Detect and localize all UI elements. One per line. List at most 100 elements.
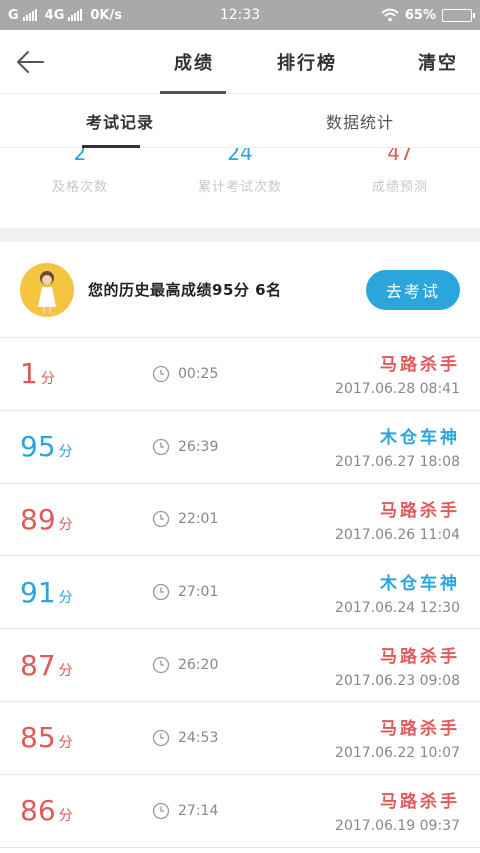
record-duration-value: 26:20 <box>178 657 219 674</box>
back-button[interactable] <box>0 30 60 94</box>
subtab-data-stats[interactable]: 数据统计 <box>240 94 480 147</box>
record-score-unit: 分 <box>58 444 73 461</box>
carrier-label: G <box>8 7 19 23</box>
record-row[interactable]: 89 分 22:01 马路杀手 2017.06.26 11:04 <box>0 484 480 557</box>
tab-score[interactable]: 成绩 <box>160 30 258 94</box>
stat-total-exams: 24 累计考试次数 <box>160 148 320 228</box>
record-date: 2017.06.22 10:07 <box>335 745 460 762</box>
clock-icon <box>152 729 170 747</box>
best-score-banner: 您的历史最高成绩95分 6名 去考试 <box>0 242 480 338</box>
record-date: 2017.06.23 09:08 <box>335 672 460 689</box>
record-row[interactable]: 1 分 00:25 马路杀手 2017.06.28 08:41 <box>0 338 480 411</box>
record-score: 95 分 <box>0 430 150 463</box>
record-row[interactable]: 95 分 26:39 木仓车神 2017.06.27 18:08 <box>0 411 480 484</box>
record-info: 马路杀手 2017.06.23 09:08 <box>335 642 460 689</box>
stat-score-prediction: 47 成绩预测 <box>320 148 480 228</box>
nav-bar: 成绩 排行榜 清空 <box>0 30 480 94</box>
record-duration: 24:53 <box>152 729 218 747</box>
record-score-value: 86 <box>20 794 56 828</box>
record-duration: 26:39 <box>152 438 218 456</box>
stat-pass-count-label: 及格次数 <box>51 180 108 195</box>
clock-icon <box>152 365 170 383</box>
record-info: 马路杀手 2017.06.22 10:07 <box>335 714 460 761</box>
record-score: 89 分 <box>0 503 150 536</box>
record-list: 1 分 00:25 马路杀手 2017.06.28 08:41 95 分 26:… <box>0 338 480 848</box>
status-right: 65% <box>381 7 475 23</box>
clear-button[interactable]: 清空 <box>418 49 458 75</box>
record-score-unit: 分 <box>58 808 73 825</box>
record-score-value: 1 <box>20 357 38 391</box>
clock-icon <box>152 584 170 601</box>
record-duration-value: 26:39 <box>178 438 219 455</box>
record-score-value: 89 <box>20 502 56 536</box>
stat-total-exams-label: 累计考试次数 <box>197 180 282 195</box>
record-score-unit: 分 <box>58 589 73 606</box>
record-title: 马路杀手 <box>380 355 460 376</box>
record-title: 马路杀手 <box>380 792 460 813</box>
record-date: 2017.06.19 09:37 <box>335 818 460 835</box>
record-duration: 26:20 <box>152 656 218 674</box>
record-score-unit: 分 <box>58 516 73 533</box>
record-score-unit: 分 <box>40 371 55 388</box>
clock-icon <box>152 656 170 674</box>
record-duration-value: 22:01 <box>178 511 219 528</box>
record-info: 马路杀手 2017.06.28 08:41 <box>335 350 460 397</box>
record-duration-value: 27:14 <box>178 802 219 819</box>
record-duration-value: 27:01 <box>178 584 219 601</box>
stat-score-prediction-value: 47 <box>387 148 413 165</box>
record-info: 木仓车神 2017.06.24 12:30 <box>335 569 460 616</box>
stat-pass-count: 2 及格次数 <box>0 148 160 228</box>
record-duration: 27:01 <box>152 583 218 601</box>
record-date: 2017.06.28 08:41 <box>335 381 460 398</box>
record-duration: 27:14 <box>152 802 218 820</box>
status-left: G 4G 0K/s <box>8 8 122 23</box>
record-score: 91 分 <box>0 576 150 609</box>
record-score-unit: 分 <box>58 735 73 752</box>
section-divider <box>0 228 480 242</box>
record-duration-value: 00:25 <box>178 365 219 382</box>
avatar <box>20 262 74 317</box>
record-score-value: 85 <box>20 721 56 755</box>
record-score-value: 91 <box>20 575 56 609</box>
score-page: G 4G 0K/s 12:33 65% 成绩 排行榜 清空 考试记录 数据统计 … <box>0 0 480 853</box>
stat-total-exams-value: 24 <box>227 148 253 165</box>
record-score: 1 分 <box>0 357 150 390</box>
record-duration: 22:01 <box>152 510 218 528</box>
record-duration-value: 24:53 <box>178 729 219 746</box>
stat-pass-count-value: 2 <box>73 148 87 165</box>
record-row[interactable]: 87 分 26:20 马路杀手 2017.06.23 09:08 <box>0 629 480 702</box>
record-info: 木仓车神 2017.06.27 18:08 <box>335 423 460 470</box>
battery-icon <box>442 8 475 22</box>
status-bar: G 4G 0K/s 12:33 65% <box>0 0 480 30</box>
stat-score-prediction-label: 成绩预测 <box>371 180 428 195</box>
record-score: 86 分 <box>0 794 150 827</box>
stats-row: 2 及格次数 24 累计考试次数 47 成绩预测 <box>0 148 480 228</box>
record-row[interactable]: 91 分 27:01 木仓车神 2017.06.24 12:30 <box>0 556 480 630</box>
record-title: 马路杀手 <box>380 646 460 667</box>
record-duration: 00:25 <box>152 365 218 383</box>
record-score-value: 87 <box>20 648 56 682</box>
record-title: 马路杀手 <box>380 500 460 521</box>
record-info: 马路杀手 2017.06.26 11:04 <box>335 496 460 543</box>
wifi-icon <box>381 8 399 22</box>
record-title: 马路杀手 <box>380 719 460 740</box>
record-row[interactable]: 86 分 27:14 马路杀手 2017.06.19 09:37 <box>0 775 480 848</box>
subtab-exam-records[interactable]: 考试记录 <box>0 94 240 148</box>
tab-ranking[interactable]: 排行榜 <box>258 30 356 94</box>
network-speed: 0K/s <box>90 7 122 23</box>
take-exam-button[interactable]: 去考试 <box>366 269 460 310</box>
record-date: 2017.06.24 12:30 <box>335 599 460 616</box>
record-row[interactable]: 85 分 24:53 马路杀手 2017.06.22 10:07 <box>0 702 480 775</box>
record-title: 木仓车神 <box>380 428 460 449</box>
sub-tabs: 考试记录 数据统计 <box>0 94 480 148</box>
record-info: 马路杀手 2017.06.19 09:37 <box>335 787 460 834</box>
user-avatar-icon <box>38 270 56 313</box>
nav-tabs: 成绩 排行榜 <box>160 30 356 94</box>
network-label: 4G <box>44 7 65 23</box>
clock-icon <box>152 511 170 528</box>
signal-icon <box>22 9 37 21</box>
record-date: 2017.06.26 11:04 <box>335 526 460 543</box>
battery-percent: 65% <box>404 7 436 23</box>
record-title: 木仓车神 <box>380 573 460 594</box>
clock-icon <box>152 802 170 819</box>
